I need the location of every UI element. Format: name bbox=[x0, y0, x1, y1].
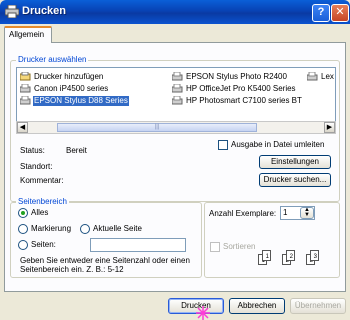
printer-icon bbox=[20, 84, 31, 93]
collate-label: Sortieren bbox=[223, 242, 256, 251]
printer-label: EPSON Stylus Photo R2400 bbox=[186, 72, 287, 81]
printer-label: HP OfficeJet Pro K5400 Series bbox=[186, 84, 296, 93]
copies-label: Anzahl Exemplare: bbox=[209, 209, 277, 218]
status-label: Status: bbox=[20, 146, 45, 155]
comment-label: Kommentar: bbox=[20, 176, 64, 185]
printer-label: Lex bbox=[321, 72, 334, 81]
print-to-file-checkbox[interactable] bbox=[218, 140, 228, 150]
range-all-radio[interactable] bbox=[18, 208, 28, 218]
collate-checkbox[interactable] bbox=[210, 242, 220, 252]
range-pages-radio[interactable] bbox=[18, 240, 28, 250]
tab-label: Allgemein bbox=[9, 30, 45, 39]
printer-icon bbox=[307, 72, 318, 81]
copies-spinner[interactable]: ▲ ▼ bbox=[300, 207, 314, 219]
range-pages-label: Seiten: bbox=[31, 240, 56, 249]
add-printer-icon bbox=[20, 72, 31, 81]
range-all-label: Alles bbox=[31, 208, 49, 217]
printer-label: Drucker hinzufügen bbox=[34, 72, 104, 81]
range-current-page-label: Aktuelle Seite bbox=[93, 224, 142, 233]
printer-label: HP Photosmart C7100 series BT bbox=[186, 96, 302, 105]
page-range-legend: Seitenbereich bbox=[16, 197, 69, 206]
tab-allgemein[interactable]: Allgemein bbox=[4, 26, 52, 43]
status-value: Bereit bbox=[66, 146, 87, 155]
collate-sheet-icon: 1 bbox=[262, 250, 271, 261]
settings-button[interactable]: Einstellungen bbox=[259, 155, 331, 169]
printer-icon bbox=[172, 96, 183, 105]
cancel-button[interactable]: Abbrechen bbox=[229, 298, 285, 314]
range-hint: Geben Sie entweder eine Seitenzahl oder … bbox=[20, 256, 190, 274]
print-to-file-label: Ausgabe in Datei umleiten bbox=[231, 140, 325, 149]
printer-icon bbox=[172, 72, 183, 81]
printer-group-legend: Drucker auswählen bbox=[16, 55, 89, 64]
scroll-right-arrow-icon[interactable]: ▶ bbox=[324, 122, 335, 133]
help-button[interactable]: ? bbox=[312, 4, 330, 22]
printer-icon bbox=[172, 84, 183, 93]
find-printer-button[interactable]: Drucker suchen... bbox=[259, 173, 331, 187]
scroll-left-arrow-icon[interactable]: ◀ bbox=[17, 122, 28, 133]
cursor-icon bbox=[196, 306, 210, 320]
range-current-page-radio[interactable] bbox=[80, 224, 90, 234]
apply-button[interactable]: Übernehmen bbox=[290, 298, 346, 314]
range-selection-label: Markierung bbox=[31, 224, 72, 233]
printer-list-scrollbar[interactable]: ◀ ||| ▶ bbox=[16, 121, 336, 134]
pages-input[interactable] bbox=[90, 238, 186, 252]
collate-sheet-icon: 2 bbox=[286, 250, 295, 261]
window-title: Drucken bbox=[22, 5, 67, 17]
close-button[interactable]: ✕ bbox=[331, 4, 349, 22]
location-label: Standort: bbox=[20, 162, 53, 171]
title-bar: Drucken ? ✕ bbox=[0, 0, 350, 24]
printer-list[interactable]: Drucker hinzufügen Canon iP4500 series E… bbox=[16, 67, 336, 123]
printer-label: Canon iP4500 series bbox=[34, 84, 109, 93]
range-selection-radio[interactable] bbox=[18, 224, 28, 234]
printer-icon bbox=[20, 96, 31, 105]
collate-sheet-icon: 3 bbox=[310, 250, 319, 261]
scroll-thumb[interactable]: ||| bbox=[57, 123, 257, 132]
printer-label: EPSON Stylus D88 Series bbox=[33, 96, 129, 106]
printer-icon bbox=[5, 5, 19, 18]
